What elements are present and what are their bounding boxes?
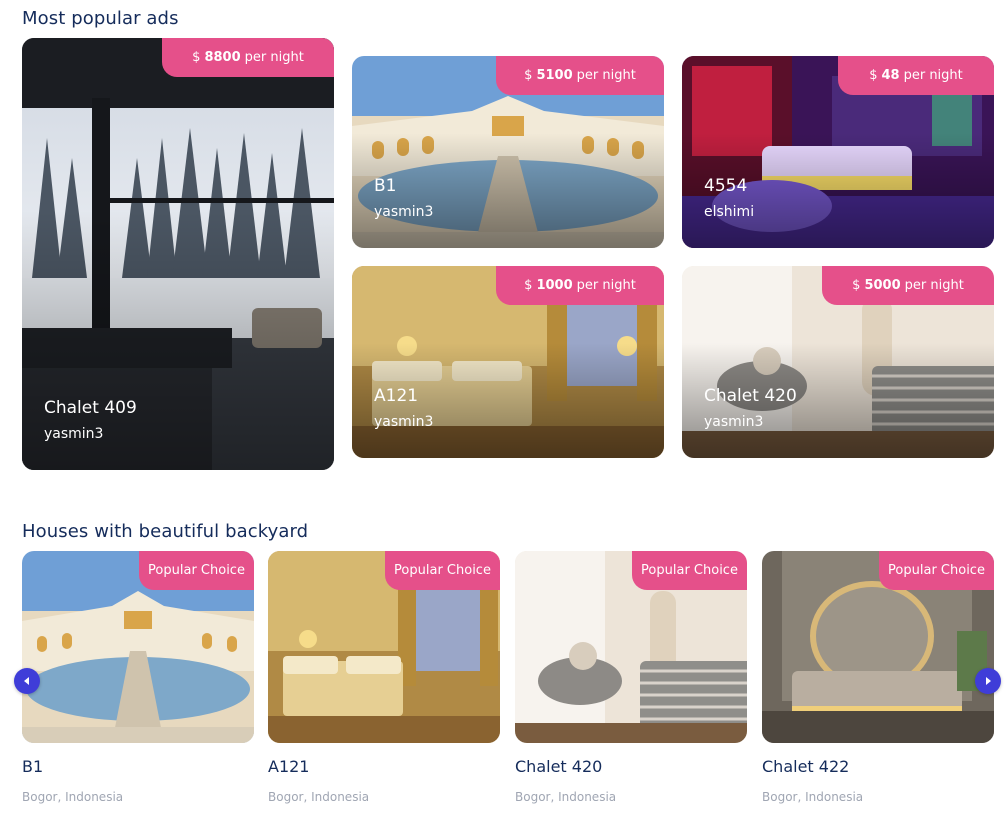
house-name: B1 (22, 757, 44, 776)
price-tag: $ 8800 per night (162, 38, 334, 77)
house-location: Bogor, Indonesia (762, 790, 864, 804)
house-name: Chalet 422 (762, 757, 850, 776)
ad-owner: yasmin3 (374, 204, 434, 220)
house-thumbnail[interactable]: Popular Choice (268, 551, 500, 743)
house-card-b1[interactable]: Popular Choice B1 Bogor, Indonesia (22, 551, 254, 804)
ad-owner: elshimi (704, 204, 755, 220)
house-location: Bogor, Indonesia (515, 790, 617, 804)
popular-choice-badge: Popular Choice (879, 551, 994, 590)
popular-ads-title: Most popular ads (22, 8, 179, 29)
popular-choice-badge: Popular Choice (139, 551, 254, 590)
house-name: A121 (268, 757, 310, 776)
house-card-chalet-420[interactable]: Popular Choice Chalet 420 Bogor, Indones… (515, 551, 747, 804)
house-location: Bogor, Indonesia (268, 790, 370, 804)
popular-ad-card-b1[interactable]: $ 5100 per night B1 yasmin3 (352, 56, 664, 248)
carousel-next-button[interactable] (975, 668, 1001, 694)
popular-ad-card-4554[interactable]: $ 48 per night 4554 elshimi (682, 56, 994, 248)
ad-name: Chalet 420 (704, 386, 797, 406)
ad-name: Chalet 409 (44, 398, 137, 418)
popular-ad-card-a121[interactable]: $ 1000 per night A121 yasmin3 (352, 266, 664, 458)
house-thumbnail[interactable]: Popular Choice (762, 551, 994, 743)
popular-choice-badge: Popular Choice (385, 551, 500, 590)
house-thumbnail[interactable]: Popular Choice (515, 551, 747, 743)
ad-owner: yasmin3 (704, 414, 764, 430)
house-location: Bogor, Indonesia (22, 790, 124, 804)
chevron-right-icon (986, 677, 991, 685)
card-gradient (352, 132, 664, 248)
popular-ad-card-chalet-420[interactable]: $ 5000 per night Chalet 420 yasmin3 (682, 266, 994, 458)
popular-ad-card-chalet-409[interactable]: $ 8800 per night Chalet 409 yasmin3 (22, 38, 334, 470)
price-tag: $ 48 per night (838, 56, 994, 95)
price-tag: $ 5100 per night (496, 56, 664, 95)
ad-name: A121 (374, 386, 419, 406)
ad-name: B1 (374, 176, 397, 196)
popular-choice-badge: Popular Choice (632, 551, 747, 590)
house-card-chalet-422[interactable]: Popular Choice Chalet 422 Bogor, Indones… (762, 551, 994, 804)
carousel-prev-button[interactable] (14, 668, 40, 694)
ad-owner: yasmin3 (44, 426, 104, 442)
house-card-a121[interactable]: Popular Choice A121 Bogor, Indonesia (268, 551, 500, 804)
chevron-left-icon (24, 677, 29, 685)
ad-name: 4554 (704, 176, 748, 196)
backyard-houses-title: Houses with beautiful backyard (22, 521, 309, 542)
house-thumbnail[interactable]: Popular Choice (22, 551, 254, 743)
ad-owner: yasmin3 (374, 414, 434, 430)
price-tag: $ 1000 per night (496, 266, 664, 305)
price-tag: $ 5000 per night (822, 266, 994, 305)
house-name: Chalet 420 (515, 757, 603, 776)
